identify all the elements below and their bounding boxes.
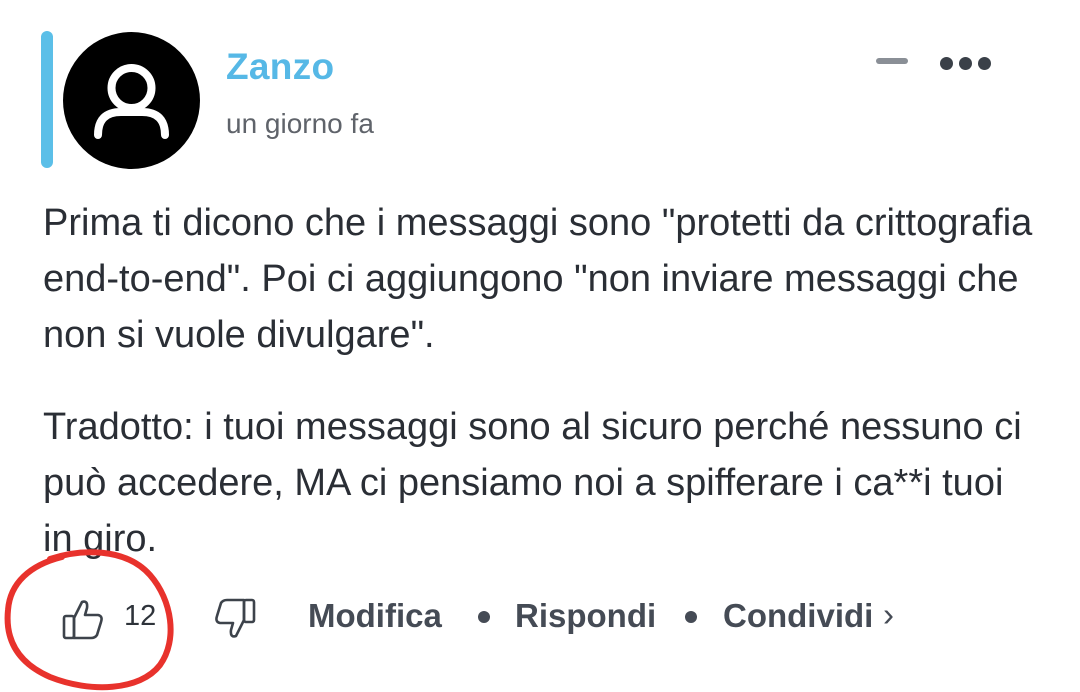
like-count: 12 <box>124 600 157 632</box>
dislike-button[interactable] <box>210 594 260 644</box>
thumbs-down-icon <box>215 598 256 638</box>
separator-dot <box>478 611 490 623</box>
author-name[interactable]: Zanzo <box>226 46 334 88</box>
thread-indicator-bar[interactable] <box>41 31 53 168</box>
edit-button[interactable]: Modifica <box>308 597 442 635</box>
comment-actions: 12 Modifica Rispondi Condividi › <box>0 580 1080 660</box>
reply-button[interactable]: Rispondi <box>515 597 656 635</box>
more-options-button[interactable] <box>936 50 996 76</box>
more-horizontal-icon <box>940 57 953 70</box>
comment-body: Prima ti dicono che i messaggi sono "pro… <box>43 195 1043 603</box>
comment-card: Zanzo un giorno fa Prima ti dicono che i… <box>0 0 1080 692</box>
collapse-button[interactable] <box>874 50 910 74</box>
timestamp: un giorno fa <box>226 108 374 139</box>
separator-dot <box>685 611 697 623</box>
user-icon <box>94 64 169 139</box>
like-button[interactable] <box>58 594 108 644</box>
share-button[interactable]: Condividi <box>723 597 873 635</box>
avatar[interactable] <box>63 32 200 169</box>
thumbs-up-icon <box>62 600 103 640</box>
minus-icon <box>876 58 908 64</box>
chevron-right-icon: › <box>883 596 894 633</box>
comment-paragraph: Tradotto: i tuoi messaggi sono al sicuro… <box>43 406 1022 560</box>
comment-paragraph: Prima ti dicono che i messaggi sono "pro… <box>43 202 1033 356</box>
